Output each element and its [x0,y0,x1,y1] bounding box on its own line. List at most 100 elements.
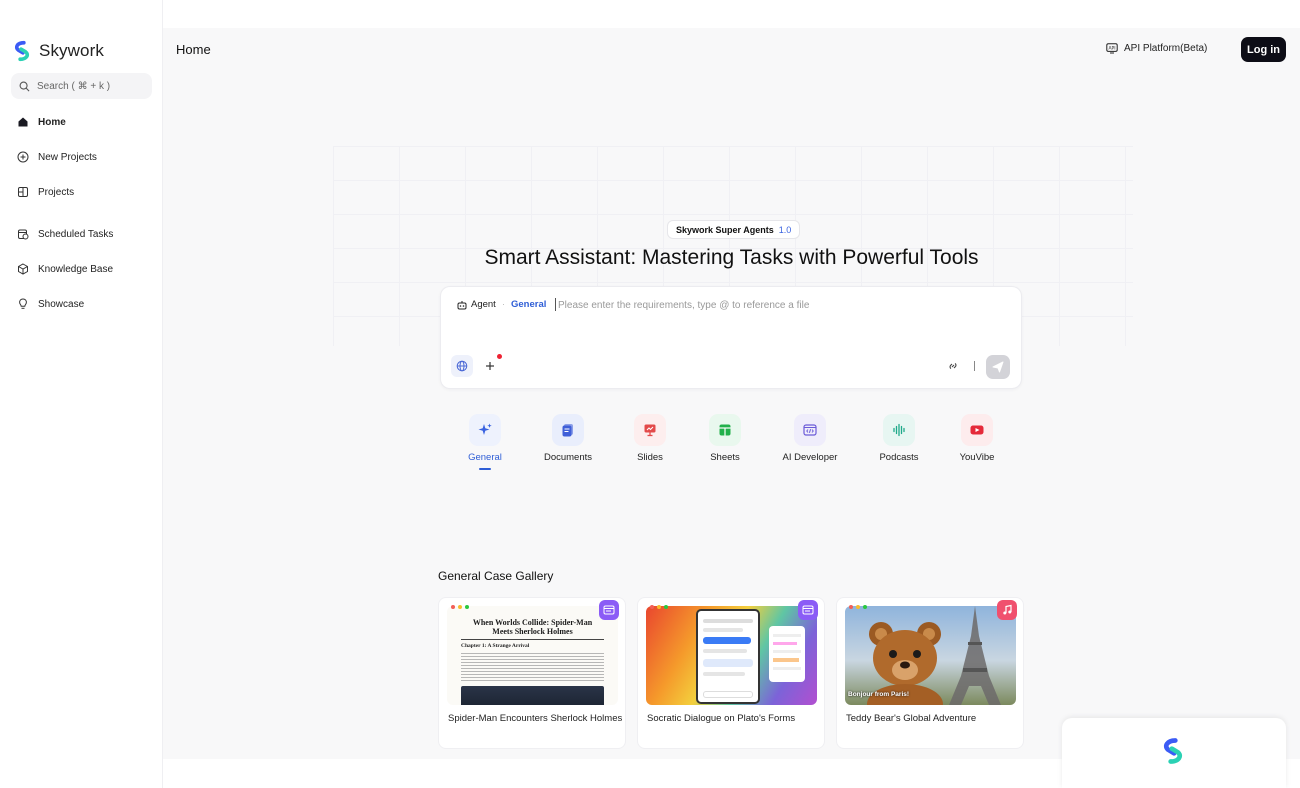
window-dots [650,605,668,609]
mode-label: AI Developer [782,452,838,463]
link-button[interactable] [945,358,961,374]
notification-dot [497,354,502,359]
mode-label: YouVibe [959,452,995,463]
sparkle-icon [469,414,501,446]
gallery-title: General Case Gallery [438,569,554,583]
window-dots [849,605,867,609]
agent-separator: · [501,299,505,310]
add-attachment-button[interactable] [481,357,499,375]
projects-icon [18,187,28,197]
floating-assistant-panel[interactable] [1062,718,1286,788]
gallery-card-spiderman[interactable]: When Worlds Collide: Spider-Man Meets Sh… [438,597,626,749]
agent-label: Agent [471,299,496,310]
mode-ai-developer[interactable]: AI Developer [770,414,850,463]
agent-mode: General [511,299,547,310]
plus-circle-icon [17,151,29,163]
prompt-input[interactable] [555,296,995,314]
skywork-logo-icon [1163,738,1183,764]
mode-label: Podcasts [879,452,919,463]
robot-icon [457,300,467,309]
sidebar-item-home[interactable]: Home [17,113,66,131]
toolbar-divider [974,361,975,371]
sidebar-item-label: Knowledge Base [38,263,114,275]
audio-wave-icon [883,414,915,446]
doc-body-lines [461,651,604,681]
mode-label: General [468,452,502,463]
lightbulb-icon [19,298,27,309]
gallery-card-teddy[interactable]: Bonjour from Paris! Teddy Bear's Global … [836,597,1024,749]
sidebar-item-label: Showcase [38,298,85,310]
doc-title: When Worlds Collide: Spider-Man Meets Sh… [472,618,593,636]
sidebar-item-new-projects[interactable]: New Projects [17,148,97,166]
brand-name: Skywork [39,41,104,60]
sidebar-item-label: New Projects [38,151,97,163]
api-platform-label: API Platform(Beta) [1124,43,1208,54]
presentation-icon [634,414,666,446]
doc-rule [461,639,604,640]
prompt-composer: Agent · General [440,286,1022,389]
card-thumbnail [646,606,817,705]
mode-sheets[interactable]: Sheets [685,414,765,463]
active-mode-indicator [479,468,491,470]
login-button[interactable]: Log in [1241,37,1286,62]
badge-version: 1.0 [778,224,792,235]
home-icon [18,117,28,127]
sidebar-item-projects[interactable]: Projects [17,183,74,201]
cube-icon [18,263,28,275]
card-caption: Socratic Dialogue on Plato's Forms [647,713,796,724]
card-caption: Teddy Bear's Global Adventure [846,713,977,724]
sidebar-item-showcase[interactable]: Showcase [17,295,84,313]
page-title: Home [176,42,211,57]
sidebar: Skywork Search ( ⌘ + k ) Home New Projec… [0,0,163,788]
sidebar-item-label: Projects [38,186,75,198]
mode-general[interactable]: General [445,414,525,470]
sidebar-item-label: Scheduled Tasks [38,228,114,240]
code-window-icon [794,414,826,446]
badge-name: Skywork Super Agents [676,224,774,235]
agent-selector[interactable]: Agent · General [457,299,546,310]
search-box[interactable]: Search ( ⌘ + k ) [11,73,152,99]
mode-label: Sheets [710,452,740,463]
mode-selector: General Documents Slides Sheets AI Devel… [163,414,1300,474]
browser-window-icon [798,600,818,620]
send-button[interactable] [986,355,1010,379]
doc-chapter: Chapter 1: A Strange Arrival [461,643,530,649]
hero-title: Smart Assistant: Mastering Tasks with Po… [484,246,979,269]
sidebar-item-label: Home [38,116,66,128]
search-icon [19,81,30,91]
mode-documents[interactable]: Documents [528,414,608,463]
mode-slides[interactable]: Slides [610,414,690,463]
mode-label: Documents [543,452,593,463]
mode-podcasts[interactable]: Podcasts [859,414,939,463]
api-platform-link[interactable]: API API Platform(Beta) [1106,43,1207,54]
gallery-card-socratic[interactable]: Socratic Dialogue on Plato's Forms [637,597,825,749]
mode-youvibe[interactable]: YouVibe [937,414,1017,463]
globe-icon [456,360,468,372]
search-placeholder: Search ( ⌘ + k ) [37,80,111,92]
side-panel-mockup [769,626,805,682]
mode-label: Slides [637,452,663,463]
link-icon [949,363,957,369]
spreadsheet-icon [709,414,741,446]
skywork-logo-icon [14,40,30,62]
tablet-mockup [696,609,760,704]
card-thumbnail: Bonjour from Paris! [845,606,1016,705]
api-icon: API [1106,43,1118,54]
doc-image [461,686,604,705]
browser-window-icon [599,600,619,620]
sidebar-item-knowledge-base[interactable]: Knowledge Base [17,260,113,278]
main-content: Home API API Platform(Beta) Log in Skywo… [163,28,1300,759]
svg-text:API: API [1108,46,1115,52]
web-search-button[interactable] [451,355,473,377]
plus-icon [486,362,494,370]
window-dots [451,605,469,609]
video-play-icon [961,414,993,446]
music-note-icon [997,600,1017,620]
product-badge: Skywork Super Agents 1.0 [667,220,801,239]
card-caption: Spider-Man Encounters Sherlock Holmes [448,713,623,724]
brand[interactable]: Skywork [11,40,104,62]
card-thumbnail: When Worlds Collide: Spider-Man Meets Sh… [447,606,618,705]
document-icon [552,414,584,446]
sidebar-item-scheduled-tasks[interactable]: Scheduled Tasks [17,225,113,243]
app-root: Skywork Search ( ⌘ + k ) Home New Projec… [0,0,1300,788]
